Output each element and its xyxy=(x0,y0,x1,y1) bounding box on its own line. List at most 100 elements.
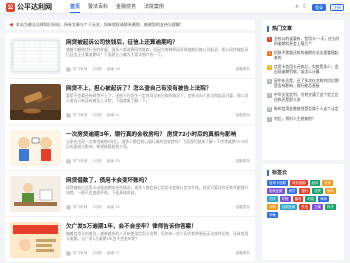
tag-chip[interactable]: 利息 xyxy=(305,196,317,202)
tag-chip[interactable]: 延期还款 xyxy=(279,204,298,210)
article-author[interactable]: 学飞老师 xyxy=(73,205,87,210)
article-excerpt: 要是不会看还有网贷不上了，出借人在发生一定时间没有还款的情况下，会依法向人民法院… xyxy=(66,93,249,103)
tag-chip[interactable]: 律师 xyxy=(318,196,329,202)
nav-law[interactable]: 警法百科 xyxy=(88,3,108,10)
tag-cloud-label: 标签云 xyxy=(272,170,288,176)
article-meta: 学飞老师 1月前 阅读 27 金融债务 xyxy=(66,251,250,256)
article-category[interactable]: 金融债务 xyxy=(236,113,250,118)
article-meta: 学飞老师 1月前 阅读 33 金融债务 xyxy=(66,159,250,164)
article-category[interactable]: 金融债务 xyxy=(236,251,250,256)
article-thumbnail[interactable] xyxy=(10,38,61,74)
nav-cases[interactable]: 法院案例 xyxy=(144,3,164,10)
article-item[interactable]: 一次房贷逾期3年，银行真的会收房吗？ 房贷72小时后的真相与影响 当家在出现一次房… xyxy=(5,125,255,171)
article-item[interactable]: 网贷借款了，债用卡会变坏账吗？ 网贷借款后信用卡出现逾期未还的情况，很多人都会担心… xyxy=(5,171,255,217)
tag-chip[interactable]: 网贷逾期 xyxy=(289,180,308,186)
tag-chip[interactable]: 坏账 xyxy=(279,196,291,202)
hot-article-item[interactable]: 4 因中长达是，还了多次在次和约约后期是否有影响，银行能否直接 xyxy=(267,78,341,88)
article-excerpt: 随着小额借贷行业的发展，很多人都选择网贷借款，但因为各种原因导致逾期后被公司起诉… xyxy=(66,47,249,57)
dark-mode-icon[interactable]: ☾ xyxy=(303,3,308,11)
hot-article-title[interactable]: 何后，到时人主修复的？ xyxy=(274,116,341,121)
article-author[interactable]: 学飞老师 xyxy=(73,67,87,72)
article-meta: 学飞老师 1月前 阅读 15 金融债务 xyxy=(66,205,250,210)
hot-article-title[interactable]: 中华文化定利，为何交通了这个定之后还款还是那么多 xyxy=(274,92,341,102)
author-avatar xyxy=(66,159,71,164)
register-button[interactable]: 注册 xyxy=(330,3,344,11)
hot-articles-card: 热门文章 1 全校公的谈要有，信用卡'一天，应当付的逾期利息会上报几个 2 招联不需要… xyxy=(262,20,344,160)
tag-chip[interactable]: 失信 xyxy=(299,204,311,210)
hot-article-item[interactable]: 5 中华文化定利，为何交通了这个定之后还款还是那么多 xyxy=(267,92,341,102)
title-accent-bar xyxy=(267,25,269,32)
login-button[interactable]: 登录 xyxy=(312,3,326,11)
article-item[interactable]: 网贷不上，担心被起诉了？怎么查自己有没有被告上法院？ 要是不会看还有网贷不上了，出… xyxy=(5,79,255,125)
hot-article-item[interactable]: 1 全校公的谈要有，信用卡'一天，应当付的逾期利息会上报几个 xyxy=(267,36,341,46)
logo-mark: 公 xyxy=(6,2,15,12)
article-date: 1月前 xyxy=(92,67,102,71)
article-thumbnail[interactable] xyxy=(10,222,61,258)
notice-bar: ◀ 本站为普法法律知识网站，所有文章与个人无关，如有侵权请联系删除，感谢您的支持… xyxy=(5,20,255,30)
author-avatar xyxy=(66,113,71,118)
hot-article-item[interactable]: 2 招联不需要还款的逾期办法全部整理起来的 xyxy=(267,50,341,60)
rank-badge: 1 xyxy=(267,37,272,42)
tag-chip[interactable]: 判决 xyxy=(324,204,336,210)
article-views: 阅读 21 xyxy=(106,113,120,117)
tag-cloud-title: 标签云 xyxy=(267,169,287,176)
article-author[interactable]: 学飞老师 xyxy=(73,159,87,164)
hot-article-item[interactable]: 6 新的信用金融借贷是否属于人这个认定 xyxy=(267,106,341,112)
tag-chip[interactable]: 立案 xyxy=(312,204,323,210)
article-title[interactable]: 网贷借款了，债用卡会变坏账吗？ xyxy=(66,176,250,184)
notice-text: 本站为普法法律知识网站，所有文章与个人无关，如有侵权请联系删除，感谢您的支持与理… xyxy=(15,22,184,27)
article-item[interactable]: 网贷被起诉公司快钱后，征信上还算逾期吗？ 随着小额借贷行业的发展，很多人都选择网贷… xyxy=(5,33,255,79)
article-date: 1月前 xyxy=(92,113,102,117)
rank-badge: 2 xyxy=(267,51,272,56)
tag-cloud-card: 标签云 信用卡逾期 网贷逾期 起诉 征信协商还款 房贷 银行 法院 借呗花呗 坏账 催收 利息 律师分… xyxy=(262,164,344,260)
article-title[interactable]: 一次房贷逾期3年，银行真的会收房吗？ 房贷72小时后的真相与影响 xyxy=(66,130,250,138)
hot-article-title[interactable]: 因中长达是，还了多次在次和约约后期是否有影响，银行能否直接 xyxy=(274,78,341,88)
title-accent-bar xyxy=(267,169,269,176)
tag-chip[interactable]: 征信 xyxy=(322,180,334,186)
tag-chip[interactable]: 银行 xyxy=(299,188,311,194)
article-thumbnail[interactable] xyxy=(10,176,61,212)
tag-chip[interactable]: 信用卡逾期 xyxy=(267,180,288,186)
nav-home[interactable]: 首页 xyxy=(70,3,81,13)
article-category[interactable]: 金融债务 xyxy=(236,205,250,210)
tag-chip[interactable]: 借呗 xyxy=(324,188,336,194)
hot-article-item[interactable]: 3 信用卡信用卡还款后，欠款是多少，会出现逾期罚款，该怎么计算 xyxy=(267,64,341,74)
rank-badge: 6 xyxy=(267,107,272,112)
top-header: 公 公平达利网 首页 警法百科 金融债务 法院案例 ⌕ ☾ 登录 注册 xyxy=(0,0,350,14)
search-icon[interactable]: ⌕ xyxy=(295,3,298,11)
hot-article-item[interactable]: 7 何后，到时人主修复的？ xyxy=(267,116,341,122)
article-category[interactable]: 金融债务 xyxy=(236,67,250,72)
article-excerpt: 随着信用卡的普及，越来越多的人开始使用信用卡消费，但也有一些人因为各种原因无法按… xyxy=(66,231,249,241)
article-category[interactable]: 金融债务 xyxy=(236,159,250,164)
hot-article-title[interactable]: 信用卡信用卡还款后，欠款是多少，会出现逾期罚款，该怎么计算 xyxy=(274,64,341,74)
rank-badge: 4 xyxy=(267,79,272,84)
logo-text: 公平达利网 xyxy=(17,3,52,11)
hot-article-title[interactable]: 全校公的谈要有，信用卡'一天，应当付的逾期利息会上报几个 xyxy=(274,36,341,46)
tag-chip[interactable]: 房贷 xyxy=(286,188,298,194)
article-item[interactable]: 欠广发5万逾期1年，会不会坐牢？律师告诉你答案！ 随着信用卡的普及，越来越多的人开… xyxy=(5,217,255,263)
article-views: 阅读 33 xyxy=(106,159,120,163)
tag-chip[interactable]: 分期 xyxy=(267,204,278,210)
author-avatar xyxy=(66,67,71,72)
tag-chip[interactable]: 催收 xyxy=(292,196,304,202)
site-logo[interactable]: 公 公平达利网 xyxy=(6,2,52,12)
nav-finance[interactable]: 金融债务 xyxy=(116,3,136,10)
hot-article-title[interactable]: 新的信用金融借贷是否属于人这个认定 xyxy=(274,106,341,111)
article-author[interactable]: 学飞老师 xyxy=(73,113,87,118)
article-title[interactable]: 欠广发5万逾期1年，会不会坐牢？律师告诉你答案！ xyxy=(66,222,250,230)
megaphone-icon: ◀ xyxy=(9,22,13,28)
rank-badge: 5 xyxy=(267,93,272,98)
article-title[interactable]: 网贷被起诉公司快钱后，征信上还算逾期吗？ xyxy=(66,38,250,46)
tag-chip[interactable]: 协商还款 xyxy=(267,188,285,194)
tag-cloud: 信用卡逾期 网贷逾期 起诉 征信协商还款 房贷 银行 法院 借呗花呗 坏账 催收 利息 律师分期 延期还… xyxy=(267,180,341,218)
tag-chip[interactable]: 起诉 xyxy=(309,180,321,186)
author-avatar xyxy=(66,251,71,256)
article-thumbnail[interactable] xyxy=(10,130,61,166)
article-thumbnail[interactable] xyxy=(10,84,61,120)
tag-chip[interactable]: 花呗 xyxy=(267,196,278,202)
tag-chip[interactable]: 法院 xyxy=(312,188,323,194)
article-author[interactable]: 学飞老师 xyxy=(73,251,87,256)
article-title[interactable]: 网贷不上，担心被起诉了？怎么查自己有没有被告上法院？ xyxy=(66,84,250,92)
tag-chip[interactable]: 仲裁 xyxy=(267,212,278,218)
hot-article-title[interactable]: 招联不需要还款的逾期办法全部整理起来的 xyxy=(274,50,341,60)
